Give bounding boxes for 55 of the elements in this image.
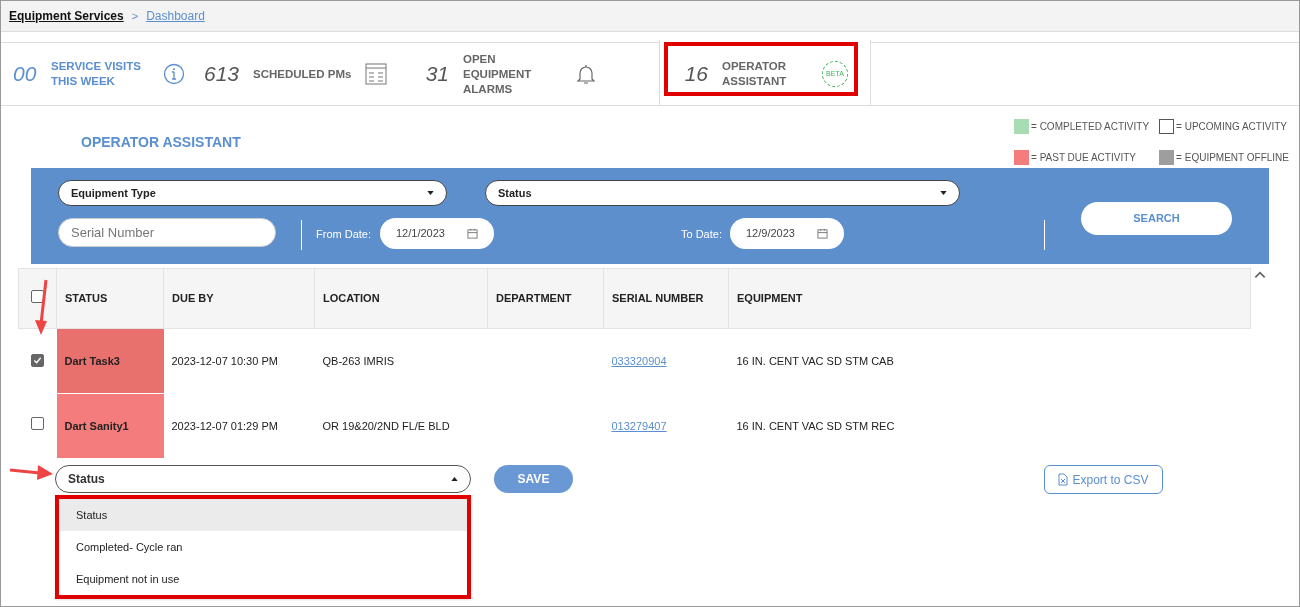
table-cell-text: OR 19&20/2ND FL/E BLD (321, 418, 451, 434)
table-cell: 16 IN. CENT VAC SD STM CAB (728, 328, 1251, 394)
tab-count: 00 (12, 61, 38, 88)
serial-number-field[interactable]: Serial Number (58, 218, 276, 247)
table-cell-text: 16 IN. CENT VAC SD STM REC (735, 418, 896, 434)
tab-label: SCHEDULED PMs (253, 66, 353, 82)
status-cell: Dart Task3 (56, 328, 164, 394)
dropdown-option[interactable]: Equipment not in use (59, 563, 467, 595)
checkmark-icon (33, 356, 42, 365)
table-cell: QB-263 IMRIS (314, 328, 488, 394)
column-header: EQUIPMENT (728, 268, 1251, 329)
column-header: SERIAL NUMBER (603, 268, 729, 329)
equipment-type-select[interactable]: Equipment Type (58, 180, 447, 206)
caret-icon (427, 191, 434, 195)
column-header: DUE BY (163, 268, 315, 329)
legend-label: = EQUIPMENT OFFLINE (1176, 151, 1289, 165)
date-field[interactable]: 12/1/2023 (380, 218, 494, 249)
date-label: From Date: (316, 227, 371, 242)
calendar-icon (817, 228, 828, 239)
tab-count: 613 (202, 61, 240, 88)
column-header: STATUS (56, 268, 164, 329)
column-header: LOCATION (314, 268, 488, 329)
caret-icon (451, 477, 458, 481)
table-cell: 2023-12-07 01:29 PM (163, 393, 315, 459)
checkbox[interactable] (31, 417, 44, 431)
legend-label: = PAST DUE ACTIVITY (1031, 151, 1136, 165)
caret-icon (940, 191, 947, 195)
export-csv-button[interactable]: Export to CSV (1044, 465, 1163, 494)
column-header: DEPARTMENT (487, 268, 604, 329)
info-icon[interactable] (163, 63, 185, 85)
serial-link[interactable]: 013279407 (611, 419, 667, 432)
date-field[interactable]: 12/9/2023 (730, 218, 844, 249)
section-title: OPERATOR ASSISTANT (80, 133, 241, 152)
status-cell: Dart Sanity1 (56, 393, 164, 459)
legend-label: = UPCOMING ACTIVITY (1176, 120, 1287, 134)
annotation-arrow (8, 462, 54, 482)
tab-count: 31 (424, 61, 450, 88)
file-icon (1058, 473, 1069, 486)
legend-label: = COMPLETED ACTIVITY (1031, 120, 1150, 134)
dropdown-option[interactable]: Completed- Cycle ran (59, 531, 467, 563)
date-label: To Date: (681, 227, 722, 242)
table-cell: 2023-12-07 10:30 PM (163, 328, 315, 394)
calendar-icon (467, 228, 478, 239)
tab-label: OPEN EQUIPMENT ALARMS (463, 51, 533, 97)
dropdown-option[interactable]: Status (59, 499, 467, 531)
tab-count: 16 (683, 61, 709, 88)
checkbox[interactable] (31, 354, 44, 367)
tab-label: OPERATOR ASSISTANT (722, 59, 788, 89)
breadcrumb-link[interactable]: Equipment Services (9, 7, 124, 25)
breadcrumb-separator: > (131, 8, 139, 24)
annotation-arrow (34, 278, 50, 336)
serial-link[interactable]: 033320904 (611, 355, 667, 367)
tab-label: SERVICE VISITS THIS WEEK (51, 59, 142, 89)
status-select[interactable]: Status (485, 180, 960, 206)
bell-icon[interactable] (575, 63, 597, 85)
